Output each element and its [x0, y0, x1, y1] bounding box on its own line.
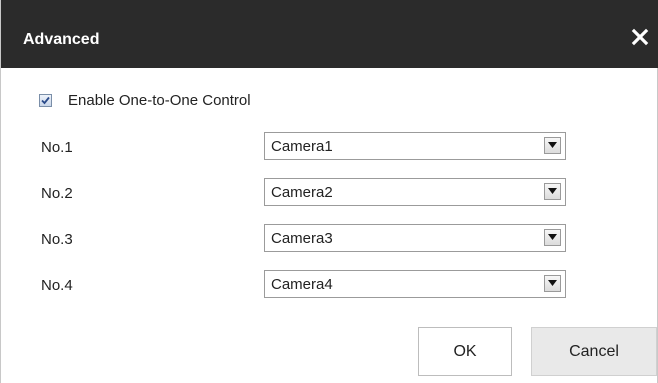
dropdown-arrow-icon[interactable]: [544, 229, 561, 246]
row-label-no3: No.3: [41, 231, 73, 248]
camera-select-no3[interactable]: Camera3: [264, 224, 566, 252]
row-label-no2: No.2: [41, 185, 73, 202]
row-label-no4: No.4: [41, 277, 73, 294]
cancel-button[interactable]: Cancel: [531, 327, 657, 376]
camera-select-value: Camera3: [271, 230, 333, 247]
camera-select-no2[interactable]: Camera2: [264, 178, 566, 206]
camera-select-value: Camera2: [271, 184, 333, 201]
dropdown-arrow-icon[interactable]: [544, 183, 561, 200]
close-icon[interactable]: [629, 26, 651, 48]
camera-select-value: Camera1: [271, 138, 333, 155]
dropdown-arrow-icon[interactable]: [544, 137, 561, 154]
camera-select-no4[interactable]: Camera4: [264, 270, 566, 298]
dialog-titlebar: Advanced: [1, 0, 658, 68]
enable-one-to-one-row: Enable One-to-One Control: [39, 91, 251, 109]
ok-button[interactable]: OK: [418, 327, 512, 376]
enable-one-to-one-label: Enable One-to-One Control: [68, 91, 251, 109]
dropdown-arrow-icon[interactable]: [544, 275, 561, 292]
advanced-dialog: Advanced Enable One-to-One Control No.1 …: [0, 0, 658, 383]
camera-select-value: Camera4: [271, 276, 333, 293]
dialog-title: Advanced: [23, 31, 100, 48]
enable-one-to-one-checkbox[interactable]: [39, 93, 52, 107]
row-label-no1: No.1: [41, 139, 73, 156]
camera-select-no1[interactable]: Camera1: [264, 132, 566, 160]
